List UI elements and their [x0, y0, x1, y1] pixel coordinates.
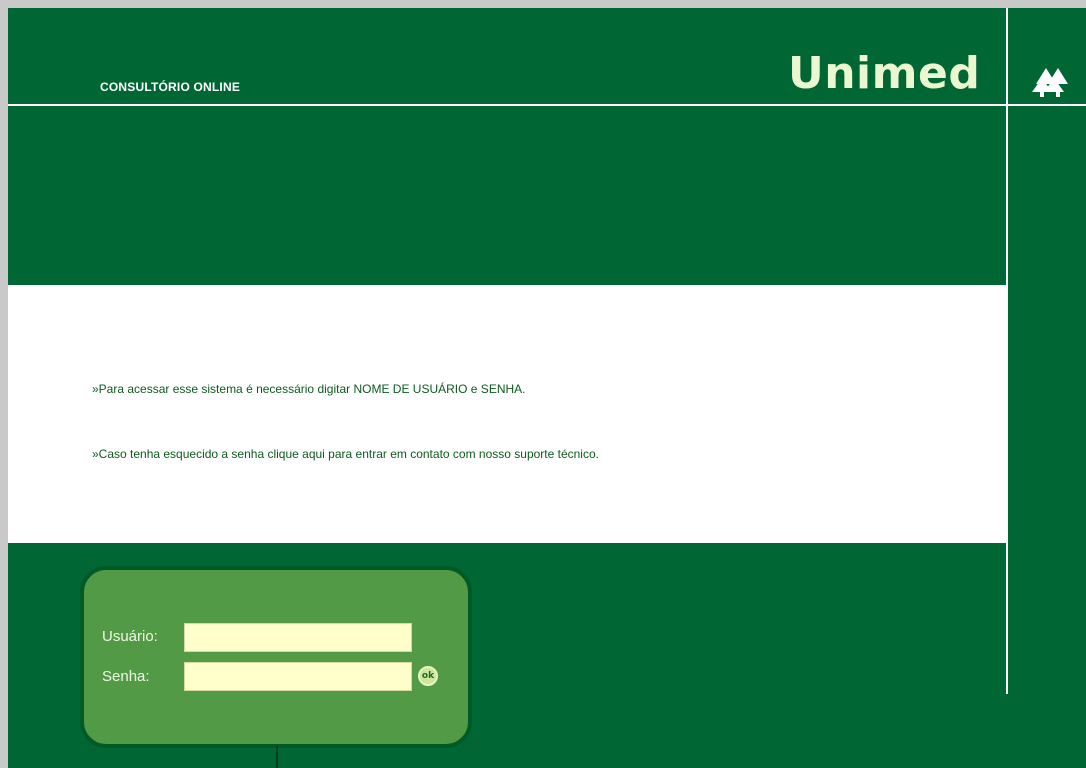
- username-label: Usuário:: [102, 628, 158, 645]
- info-panel: »Para acessar esse sistema é necessário …: [8, 285, 1006, 543]
- forgot-password-text[interactable]: »Caso tenha esquecido a senha clique aqu…: [92, 447, 599, 461]
- unimed-tree-icon: [1032, 68, 1068, 97]
- brand-name: Unimed: [788, 48, 981, 99]
- password-input[interactable]: [184, 662, 412, 691]
- info-instructions: »Para acessar esse sistema é necessário …: [92, 382, 526, 396]
- vertical-divider: [1006, 8, 1008, 694]
- forgot-password-link[interactable]: »Caso tenha esquecido a senha clique aqu…: [92, 447, 599, 461]
- banner-area: [8, 106, 1006, 285]
- username-input[interactable]: [184, 623, 412, 652]
- login-box: Usuário: Senha: ok: [80, 566, 472, 748]
- password-label: Senha:: [102, 668, 150, 685]
- header: CONSULTÓRIO ONLINE Unimed: [8, 8, 1086, 104]
- app-title: CONSULTÓRIO ONLINE: [100, 80, 241, 94]
- ok-button[interactable]: ok: [418, 666, 438, 686]
- page-frame: CONSULTÓRIO ONLINE Unimed »Para acessar …: [8, 8, 1086, 768]
- login-box-stem: [276, 746, 278, 768]
